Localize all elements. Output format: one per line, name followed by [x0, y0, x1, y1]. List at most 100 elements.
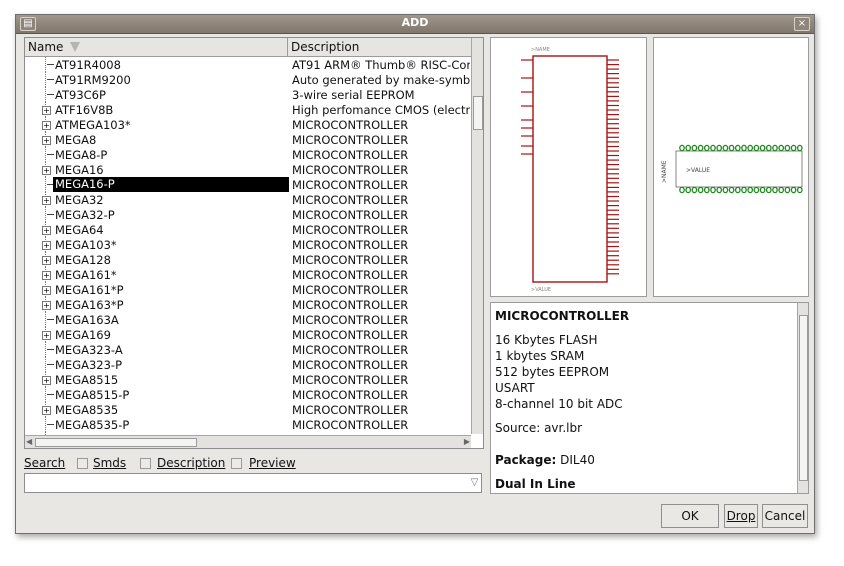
info-package: Package: DIL40 [495, 453, 595, 467]
expand-icon[interactable]: + [42, 121, 51, 130]
table-row[interactable]: + MEGA64 MICROCONTROLLER [25, 222, 471, 237]
package-pad [784, 186, 791, 194]
package-pad [753, 186, 760, 194]
scroll-left-icon[interactable]: ◀ [26, 437, 32, 446]
expand-icon[interactable]: + [42, 166, 51, 175]
scroll-right-icon[interactable]: ▶ [464, 437, 470, 446]
search-dropdown-icon[interactable]: ▽ [468, 474, 481, 492]
column-header-description[interactable]: Description [288, 38, 470, 56]
table-row[interactable]: + MEGA8515 MICROCONTROLLER [25, 372, 471, 387]
close-icon[interactable]: × [794, 17, 810, 31]
table-row[interactable]: + MEGA32 MICROCONTROLLER [25, 192, 471, 207]
device-name: MEGA163A [55, 313, 119, 327]
package-pad [722, 186, 729, 194]
expand-icon[interactable]: + [42, 376, 51, 385]
tree-branch [47, 364, 54, 365]
device-description: MICROCONTROLLER [292, 238, 409, 252]
device-name: AT91R4008 [55, 58, 121, 72]
device-name: MEGA103* [55, 238, 117, 252]
package-value: DIL40 [560, 453, 595, 467]
title-bar[interactable]: ▤ ADD × [16, 15, 814, 34]
device-description: MICROCONTROLLER [292, 373, 409, 387]
preview-checkbox[interactable] [231, 458, 242, 469]
description-checkbox[interactable] [140, 458, 151, 469]
smds-label[interactable]: Smds [93, 456, 126, 470]
expand-icon[interactable]: + [42, 286, 51, 295]
package-pad [728, 144, 735, 152]
package-pad [679, 186, 685, 194]
expand-icon[interactable]: + [42, 301, 51, 310]
expand-icon[interactable]: + [42, 136, 51, 145]
device-description: MICROCONTROLLER [292, 148, 409, 162]
package-preview: >VALUE >NAME [653, 37, 809, 297]
device-description: MICROCONTROLLER [292, 223, 409, 237]
list-horizontal-scrollbar[interactable]: ◀ ▶ [25, 435, 471, 448]
table-row[interactable]: + MEGA8535 MICROCONTROLLER [25, 402, 471, 417]
tree-branch [47, 349, 54, 350]
table-row[interactable]: AT93C6P 3-wire serial EEPROM [25, 87, 471, 102]
expand-icon[interactable]: + [42, 106, 51, 115]
table-row[interactable]: + MEGA163*P MICROCONTROLLER [25, 297, 471, 312]
list-horizontal-scroll-thumb[interactable] [35, 438, 197, 447]
cancel-button[interactable]: Cancel [762, 504, 808, 528]
table-row[interactable]: MEGA8515-P MICROCONTROLLER [25, 387, 471, 402]
table-row[interactable]: MEGA323-A MICROCONTROLLER [25, 342, 471, 357]
table-row[interactable]: MEGA163A MICROCONTROLLER [25, 312, 471, 327]
expand-icon[interactable]: + [42, 241, 51, 250]
table-row[interactable]: + MEGA103* MICROCONTROLLER [25, 237, 471, 252]
table-row[interactable]: + MEGA128 MICROCONTROLLER [25, 252, 471, 267]
device-name: MEGA161*P [55, 283, 124, 297]
device-list[interactable]: Name Description AT91R4008 AT91 ARM® Thum… [24, 37, 484, 449]
package-drawing: >VALUE >NAME [661, 144, 803, 194]
expand-icon[interactable]: + [42, 256, 51, 265]
table-row[interactable]: + ATF16V8B High perfomance CMOS (electric [25, 102, 471, 117]
table-row[interactable]: + MEGA161* MICROCONTROLLER [25, 267, 471, 282]
device-description: MICROCONTROLLER [292, 388, 409, 402]
info-vertical-scroll-thumb[interactable] [799, 315, 808, 481]
description-label[interactable]: Description [157, 456, 225, 470]
search-input[interactable]: ▽ [24, 473, 482, 493]
table-row[interactable]: + ATMEGA103* MICROCONTROLLER [25, 117, 471, 132]
list-vertical-scroll-thumb[interactable] [473, 96, 483, 130]
table-row[interactable]: MEGA8535-P MICROCONTROLLER [25, 417, 471, 432]
package-pad [796, 144, 803, 152]
column-header-name[interactable]: Name [25, 38, 288, 56]
drop-button[interactable]: Drop [724, 504, 758, 528]
device-description: MICROCONTROLLER [292, 313, 409, 327]
tree-branch [47, 64, 54, 65]
table-row[interactable]: + MEGA169 MICROCONTROLLER [25, 327, 471, 342]
table-row[interactable]: MEGA323-P MICROCONTROLLER [25, 357, 471, 372]
device-name: MEGA323-P [55, 358, 123, 372]
device-name: MEGA64 [55, 223, 104, 237]
expand-icon[interactable]: + [42, 406, 51, 415]
table-row[interactable]: MEGA16-P MICROCONTROLLER [25, 177, 471, 192]
info-line: 512 bytes EEPROM [495, 365, 610, 379]
package-pad [691, 144, 698, 152]
table-row[interactable]: AT91RM9200 Auto generated by make-symbol- [25, 72, 471, 87]
expand-icon[interactable]: + [42, 226, 51, 235]
tree-branch [47, 94, 54, 95]
symbol-body [532, 55, 608, 283]
device-description: MICROCONTROLLER [292, 133, 409, 147]
table-row[interactable]: + MEGA161*P MICROCONTROLLER [25, 282, 471, 297]
table-row[interactable]: MEGA32-P MICROCONTROLLER [25, 207, 471, 222]
table-row[interactable]: AT91R4008 AT91 ARM® Thumb® RISC-Cor [25, 57, 471, 72]
list-vertical-scrollbar[interactable] [471, 38, 483, 434]
info-vertical-scrollbar[interactable] [797, 303, 808, 493]
table-row[interactable]: MEGA8-P MICROCONTROLLER [25, 147, 471, 162]
search-options: Search Smds Description Preview [24, 455, 484, 471]
expand-icon[interactable]: + [42, 196, 51, 205]
table-row[interactable]: + MEGA16 MICROCONTROLLER [25, 162, 471, 177]
preview-label[interactable]: Preview [249, 456, 296, 470]
tree-branch [47, 79, 54, 80]
add-dialog: ▤ ADD × Name Description AT91R4008 AT91 A… [15, 14, 815, 534]
smds-checkbox[interactable] [77, 458, 88, 469]
ok-button[interactable]: OK [661, 504, 719, 528]
expand-icon[interactable]: + [42, 331, 51, 340]
expand-icon[interactable]: + [42, 271, 51, 280]
device-description: MICROCONTROLLER [292, 118, 409, 132]
device-name: MEGA16 [55, 163, 104, 177]
device-description: MICROCONTROLLER [292, 253, 409, 267]
table-row[interactable]: + MEGA8 MICROCONTROLLER [25, 132, 471, 147]
package-pad [741, 186, 747, 194]
